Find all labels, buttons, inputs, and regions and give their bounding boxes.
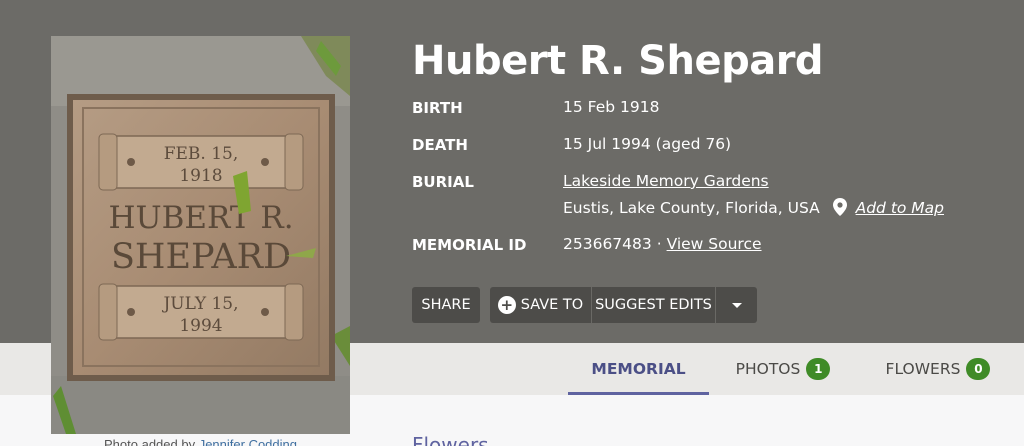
flowers-count-badge: 0: [966, 358, 991, 380]
tab-photos[interactable]: PHOTOS 1: [718, 343, 848, 395]
share-button[interactable]: SHARE: [412, 287, 480, 323]
burial-label: BURIAL: [412, 173, 474, 191]
page-title: Hubert R. Shepard: [412, 38, 824, 84]
plaque-birth-line2: 1918: [179, 166, 222, 186]
more-actions-dropdown[interactable]: [715, 287, 757, 323]
id-separator: ·: [656, 235, 662, 253]
death-label: DEATH: [412, 136, 468, 154]
save-to-label: SAVE TO: [520, 297, 584, 313]
birth-label: BIRTH: [412, 99, 463, 117]
plaque-birth-line1: FEB. 15,: [164, 144, 239, 164]
suggest-edits-button[interactable]: SUGGEST EDITS: [591, 287, 715, 323]
plaque-name-line2: SHEPARD: [111, 237, 291, 277]
plus-circle-icon: +: [497, 296, 516, 314]
memorial-id-row: 253667483 · View Source: [563, 235, 762, 253]
memorial-id-value: 253667483: [563, 235, 652, 253]
photo-author-link[interactable]: Jennifer Codding: [199, 437, 297, 446]
flowers-section-title: Flowers: [412, 433, 489, 446]
view-source-link[interactable]: View Source: [667, 235, 762, 253]
location-text: Eustis, Lake County, Florida, USA: [563, 199, 820, 217]
plaque-death-line2: 1994: [179, 316, 222, 336]
tab-flowers[interactable]: FLOWERS 0: [868, 343, 1008, 395]
save-to-button[interactable]: + SAVE TO: [490, 287, 591, 323]
tab-memorial[interactable]: MEMORIAL: [568, 343, 709, 395]
tab-memorial-label: MEMORIAL: [591, 360, 686, 378]
photos-count-badge: 1: [806, 358, 831, 380]
map-pin-icon[interactable]: [832, 198, 847, 216]
tab-flowers-label: FLOWERS: [885, 360, 961, 378]
grave-photo[interactable]: FEB. 15, 1918 HUBERT R. SHEPARD JULY 15,…: [51, 36, 350, 434]
tab-photos-label: PHOTOS: [735, 360, 801, 378]
caret-down-icon: [731, 302, 742, 308]
burial-location: Eustis, Lake County, Florida, USA Add to…: [563, 198, 944, 217]
memorial-id-label: MEMORIAL ID: [412, 236, 527, 254]
death-value: 15 Jul 1994 (aged 76): [563, 135, 732, 153]
add-to-map-link[interactable]: Add to Map: [856, 199, 944, 217]
plaque-death-line1: JULY 15,: [161, 294, 238, 314]
photo-caption: Photo added by Jennifer Codding: [51, 437, 350, 446]
birth-value: 15 Feb 1918: [563, 98, 660, 116]
cemetery-link[interactable]: Lakeside Memory Gardens: [563, 172, 769, 190]
plaque-name-line1: HUBERT R.: [108, 200, 293, 236]
photo-caption-prefix: Photo added by: [104, 437, 196, 446]
action-button-group: + SAVE TO SUGGEST EDITS: [490, 287, 757, 323]
